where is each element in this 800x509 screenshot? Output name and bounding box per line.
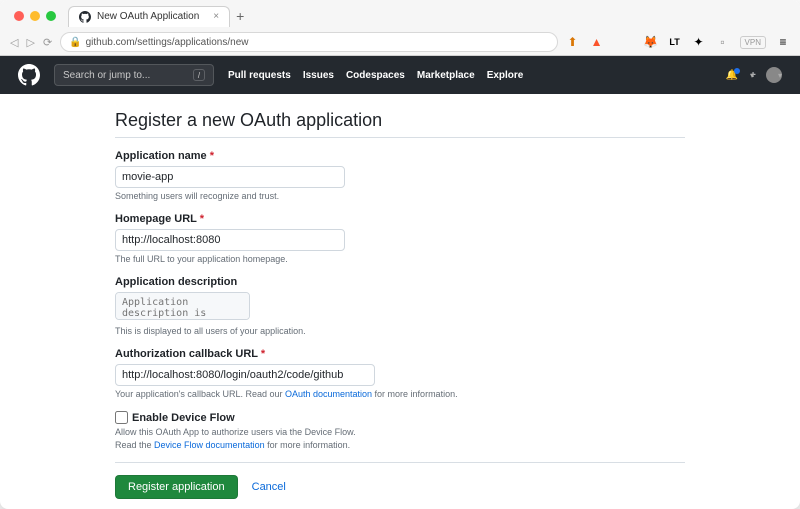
browser-tab[interactable]: New OAuth Application ×	[68, 6, 230, 27]
homepage-hint: The full URL to your application homepag…	[115, 254, 685, 264]
device-flow-docs-link[interactable]: Device Flow documentation	[154, 440, 265, 450]
device-flow-hint1: Allow this OAuth App to authorize users …	[115, 427, 685, 437]
callback-hint: Your application's callback URL. Read ou…	[115, 389, 685, 399]
header-right: 🔔 +▾ ▾	[726, 67, 782, 83]
browser-toolbar: ◁ ▷ ⟳ 🔒 github.com/settings/applications…	[0, 28, 800, 56]
app-name-hint: Something users will recognize and trust…	[115, 191, 685, 201]
device-flow-label: Enable Device Flow	[132, 412, 235, 424]
url-text: github.com/settings/applications/new	[86, 37, 249, 48]
app-name-label: Application name *	[115, 150, 685, 162]
forward-button[interactable]: ▷	[26, 36, 34, 49]
github-logo[interactable]	[18, 64, 40, 86]
minimize-window[interactable]	[30, 11, 40, 21]
lock-icon: 🔒	[69, 37, 81, 48]
callback-input[interactable]	[115, 364, 375, 386]
nav-explore[interactable]: Explore	[487, 70, 524, 81]
cancel-button[interactable]: Cancel	[252, 481, 286, 493]
maximize-window[interactable]	[46, 11, 56, 21]
description-hint: This is displayed to all users of your a…	[115, 326, 685, 336]
field-homepage: Homepage URL * The full URL to your appl…	[115, 213, 685, 264]
tab-title: New OAuth Application	[97, 11, 199, 22]
description-label: Application description	[115, 276, 685, 288]
bookmark-icon[interactable]: ▫	[716, 35, 730, 49]
brave-shield-icon[interactable]: ▲	[590, 35, 604, 49]
field-description: Application description This is displaye…	[115, 276, 685, 336]
page-title: Register a new OAuth application	[115, 110, 685, 138]
notifications-icon[interactable]: 🔔	[726, 70, 738, 81]
device-flow-hint2: Read the Device Flow documentation for m…	[115, 440, 685, 450]
github-favicon	[79, 11, 91, 23]
vpn-badge[interactable]: VPN	[740, 36, 766, 49]
form-actions: Register application Cancel	[115, 462, 685, 499]
github-header: Search or jump to... / Pull requests Iss…	[0, 56, 800, 94]
field-device-flow: Enable Device Flow Allow this OAuth App …	[115, 411, 685, 450]
close-window[interactable]	[14, 11, 24, 21]
register-button[interactable]: Register application	[115, 475, 238, 499]
extension-icon-2[interactable]: LT	[668, 35, 682, 49]
nav-issues[interactable]: Issues	[303, 70, 334, 81]
address-bar[interactable]: 🔒 github.com/settings/applications/new	[60, 32, 557, 52]
back-button[interactable]: ◁	[10, 36, 18, 49]
search-placeholder: Search or jump to...	[63, 70, 150, 81]
extension-icon-1[interactable]: 🦊	[644, 35, 658, 49]
create-new-icon[interactable]: +▾	[750, 70, 754, 81]
nav-marketplace[interactable]: Marketplace	[417, 70, 475, 81]
description-input[interactable]	[115, 292, 250, 320]
reload-button[interactable]: ⟳	[43, 36, 52, 49]
search-hotkey-icon: /	[193, 69, 205, 81]
extensions-icon[interactable]: ✦	[692, 35, 706, 49]
user-menu[interactable]: ▾	[766, 67, 782, 83]
homepage-label: Homepage URL *	[115, 213, 685, 225]
field-callback: Authorization callback URL * Your applic…	[115, 348, 685, 399]
nav-codespaces[interactable]: Codespaces	[346, 70, 405, 81]
window-controls[interactable]	[14, 11, 56, 21]
toolbar-icons: ⬆ ▲ 🦊 LT ✦ ▫ VPN ≡	[566, 35, 790, 49]
browser-chrome: New OAuth Application × + ◁ ▷ ⟳ 🔒 github…	[0, 0, 800, 56]
menu-icon[interactable]: ≡	[776, 35, 790, 49]
homepage-input[interactable]	[115, 229, 345, 251]
oauth-docs-link[interactable]: OAuth documentation	[285, 389, 372, 399]
github-nav: Pull requests Issues Codespaces Marketpl…	[228, 70, 523, 81]
device-flow-checkbox[interactable]	[115, 411, 128, 424]
share-icon[interactable]: ⬆	[566, 35, 580, 49]
field-app-name: Application name * Something users will …	[115, 150, 685, 201]
github-search[interactable]: Search or jump to... /	[54, 64, 214, 86]
new-tab-button[interactable]: +	[236, 8, 244, 24]
main-content: Register a new OAuth application Applica…	[115, 94, 685, 499]
callback-label: Authorization callback URL *	[115, 348, 685, 360]
close-tab-icon[interactable]: ×	[213, 11, 219, 22]
tab-bar: New OAuth Application × +	[0, 0, 800, 28]
nav-pull-requests[interactable]: Pull requests	[228, 70, 291, 81]
app-name-input[interactable]	[115, 166, 345, 188]
